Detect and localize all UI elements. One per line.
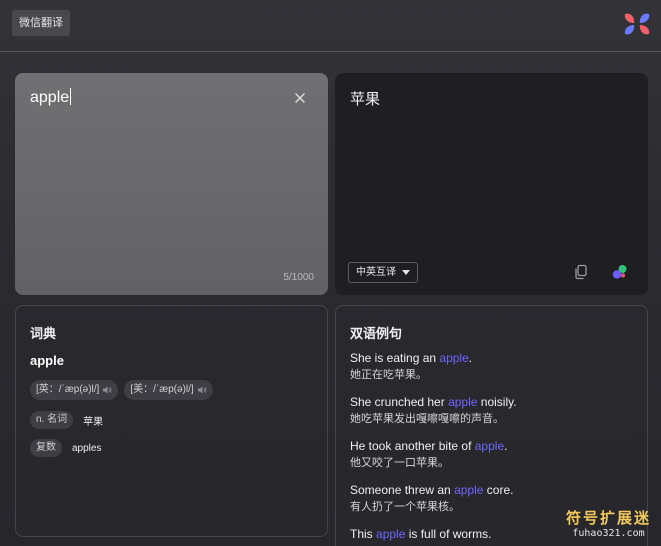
source-input[interactable]: apple [30,88,72,107]
target-panel: 苹果 中英互译 [335,73,648,295]
watermark: 符号扩展迷 fuhao321.com [566,507,651,539]
dictionary-panel: 词典 apple [英：/ˈæp(ə)l/] [美：/ˈæp(ə)l/] n. … [15,305,328,537]
plural-row: 复数 apples [30,439,101,457]
language-select[interactable]: 中英互译 [348,262,418,283]
highlight-word: apple [376,527,406,541]
plural-tag: 复数 [30,439,62,457]
app-name-tag[interactable]: 微信翻译 [12,10,70,36]
dictionary-word: apple [30,353,64,368]
highlight-word: apple [448,395,478,409]
logo-icon [624,13,650,35]
pos-row: n. 名词 苹果 [30,411,103,429]
phonetic-uk-label: [英：/ˈæp(ə)l/] [36,384,100,395]
phonetics-row: [英：/ˈæp(ə)l/] [美：/ˈæp(ə)l/] [30,380,213,400]
plural-value: apples [72,442,102,454]
source-panel: apple 5/1000 [15,73,328,295]
examples-list: She is eating an apple. 她正在吃苹果。 She crun… [350,349,517,546]
example-zh: 她吃苹果发出嘎嚓嘎嚓的声音。 [350,413,504,425]
example-en: She is eating an apple. [350,351,473,365]
highlight-word: apple [439,351,469,365]
watermark-title: 符号扩展迷 [566,510,652,527]
examples-title: 双语例句 [350,326,403,341]
example-en: She crunched her apple noisily. [350,395,517,409]
top-bar: 微信翻译 [0,0,661,52]
example-zh: 她正在吃苹果。 [350,369,427,381]
example-item: She is eating an apple. 她正在吃苹果。 [350,349,517,384]
example-en: He took another bite of apple. [350,439,508,453]
highlight-word: apple [454,483,484,497]
speaker-icon [103,386,112,394]
text-cursor [70,88,72,105]
example-item: He took another bite of apple. 他又咬了一口苹果。 [350,437,517,472]
example-en: Someone threw an apple core. [350,483,514,497]
example-en: This apple is full of worms. [350,527,492,541]
watermark-url: fuhao321.com [572,528,645,539]
phonetic-us-label: [美：/ˈæp(ə)l/] [130,384,194,395]
example-item: This apple is full of worms. [350,525,517,543]
source-text[interactable]: apple [30,89,69,106]
example-item: Someone threw an apple core. 有人扔了一个苹果核。 [350,481,517,516]
example-zh: 他又咬了一口苹果。 [350,457,449,469]
dictionary-title: 词典 [30,326,57,341]
phonetic-us[interactable]: [美：/ˈæp(ə)l/] [124,380,213,400]
pos-tag: n. 名词 [30,411,74,429]
char-counter: 5/1000 [283,272,314,283]
example-item: She crunched her apple noisily. 她吃苹果发出嘎嚓… [350,393,517,428]
example-zh: 有人扔了一个苹果核。 [350,501,460,513]
language-select-label: 中英互译 [356,267,396,278]
ai-dots-icon[interactable] [611,264,628,280]
speaker-icon [197,386,207,394]
copy-icon[interactable] [574,264,588,280]
chevron-down-icon [402,270,410,275]
pos-meaning: 苹果 [83,416,104,428]
phonetic-uk[interactable]: [英：/ˈæp(ə)l/] [30,380,119,400]
close-icon[interactable] [294,92,306,104]
translation-text: 苹果 [350,91,381,108]
highlight-word: apple [474,439,505,453]
